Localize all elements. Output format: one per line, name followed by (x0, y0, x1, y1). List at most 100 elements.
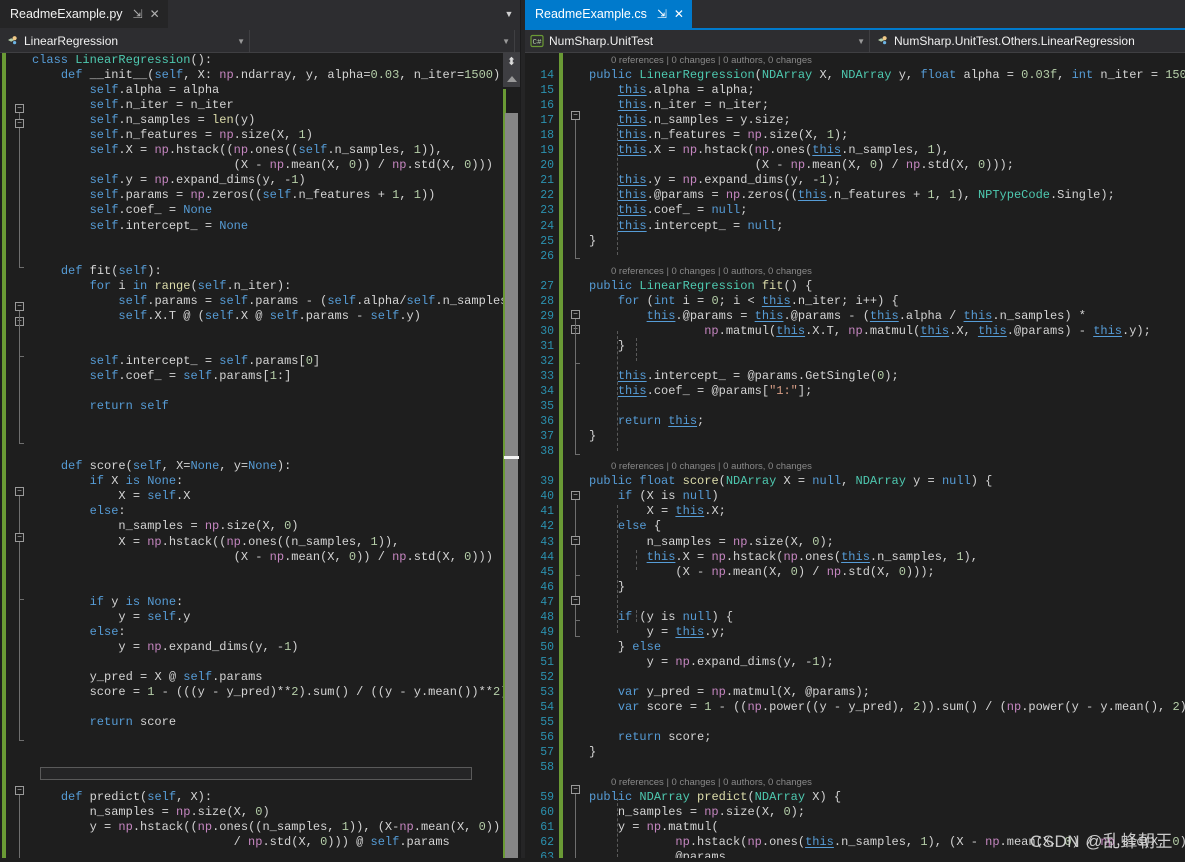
code-line[interactable]: } (589, 339, 1185, 354)
code-line[interactable] (32, 565, 520, 580)
fold-toggle-fit[interactable]: − (571, 310, 580, 319)
code-line[interactable]: y = np.matmul( (589, 820, 1185, 835)
code-line[interactable]: y = this.y; (589, 625, 1185, 640)
fold-toggle-score[interactable]: − (571, 491, 580, 500)
code-line[interactable] (32, 730, 520, 745)
code-line[interactable] (589, 249, 1185, 264)
code-line[interactable]: if (y is null) { (589, 610, 1185, 625)
code-text-python[interactable]: class LinearRegression(): def __init__(s… (32, 53, 520, 862)
fold-toggle-predict[interactable]: − (571, 785, 580, 794)
navbar-member-combo-left[interactable]: ▼ (250, 30, 515, 52)
code-line[interactable] (32, 384, 520, 399)
code-line[interactable]: public float score(NDArray X = null, NDA… (589, 474, 1185, 489)
code-line[interactable]: else { (589, 519, 1185, 534)
code-line[interactable]: public LinearRegression fit() { (589, 279, 1185, 294)
chevron-down-icon[interactable]: ▼ (231, 37, 245, 46)
code-line[interactable] (32, 324, 520, 339)
code-line[interactable]: score = 1 - (((y - y_pred)**2).sum() / (… (32, 685, 520, 700)
pin-icon[interactable]: ⇲ (133, 8, 143, 20)
code-line[interactable]: this.coef_ = @params["1:"]; (589, 384, 1185, 399)
fold-toggle-class[interactable]: − (15, 104, 24, 113)
code-line[interactable] (589, 399, 1185, 414)
code-editor-python[interactable]: − − − − − − − (0, 53, 520, 862)
code-line[interactable]: / np.std(X, 0))) @ self.params (32, 835, 520, 850)
close-icon[interactable]: ✕ (150, 8, 160, 20)
code-line[interactable]: } (589, 429, 1185, 444)
code-line[interactable]: np.matmul(this.X.T, np.matmul(this.X, th… (589, 324, 1185, 339)
code-line[interactable] (32, 444, 520, 459)
close-icon[interactable]: ✕ (674, 8, 684, 20)
code-line[interactable]: np.hstack(np.ones(this.n_samples, 1), (X… (589, 835, 1185, 850)
code-line[interactable]: X = self.X (32, 489, 520, 504)
code-line[interactable]: if X is None: (32, 474, 520, 489)
code-line[interactable] (32, 580, 520, 595)
code-text-csharp[interactable]: 0 references | 0 changes | 0 authors, 0 … (589, 53, 1185, 862)
code-line[interactable]: this.n_features = np.size(X, 1); (589, 128, 1185, 143)
code-line[interactable]: y = self.y (32, 610, 520, 625)
code-line[interactable]: } else (589, 640, 1185, 655)
code-line[interactable]: self.n_features = np.size(X, 1) (32, 128, 520, 143)
fold-toggle-else[interactable]: − (15, 533, 24, 542)
code-line[interactable] (589, 354, 1185, 369)
code-line[interactable]: this.X = np.hstack(np.ones(this.n_sample… (589, 550, 1185, 565)
code-editor-csharp[interactable]: 14 15 16 17 18 19 20 21 22 23 24 25 26 27 28 29 30 31 32 33… (525, 53, 1185, 862)
scrollbar-thumb[interactable] (505, 113, 518, 862)
code-line[interactable]: def __init__(self, X: np.ndarray, y, alp… (32, 68, 520, 83)
pin-icon[interactable]: ⇲ (657, 8, 667, 20)
codelens-indicator[interactable]: 0 references | 0 changes | 0 authors, 0 … (589, 264, 1185, 279)
code-line[interactable]: self.intercept_ = None (32, 219, 520, 234)
code-line[interactable]: def score(self, X=None, y=None): (32, 459, 520, 474)
code-line[interactable] (589, 595, 1185, 610)
navbar-type-combo-left[interactable]: LinearRegression ▼ (0, 30, 250, 52)
code-line[interactable] (32, 249, 520, 264)
fold-toggle-if-y[interactable]: − (571, 596, 580, 605)
code-line[interactable]: } (589, 234, 1185, 249)
code-line[interactable]: self.X.T @ (self.X @ self.params - self.… (32, 309, 520, 324)
code-line[interactable]: return score (32, 715, 520, 730)
code-line[interactable]: this.X = np.hstack(np.ones(this.n_sample… (589, 143, 1185, 158)
code-line[interactable]: def fit(self): (32, 264, 520, 279)
code-line[interactable]: for i in range(self.n_iter): (32, 279, 520, 294)
code-line[interactable]: return score; (589, 730, 1185, 745)
code-line[interactable]: n_samples = np.size(X, 0) (32, 805, 520, 820)
code-line[interactable]: return this; (589, 414, 1185, 429)
code-line[interactable]: this.alpha = alpha; (589, 83, 1185, 98)
code-line[interactable]: public LinearRegression(NDArray X, NDArr… (589, 68, 1185, 83)
codelens-indicator[interactable]: 0 references | 0 changes | 0 authors, 0 … (589, 459, 1185, 474)
code-line[interactable] (32, 745, 520, 760)
code-line[interactable]: self.y = np.expand_dims(y, -1) (32, 173, 520, 188)
outlining-margin-right[interactable]: − − − − − − − (567, 53, 589, 862)
chevron-down-icon[interactable]: ▼ (496, 37, 510, 46)
code-line[interactable]: X = np.hstack((np.ones((n_samples, 1)), (32, 535, 520, 550)
code-line[interactable] (32, 234, 520, 249)
code-line[interactable] (589, 715, 1185, 730)
code-line[interactable]: self.X = np.hstack((np.ones((self.n_samp… (32, 143, 520, 158)
code-line[interactable] (32, 655, 520, 670)
fold-toggle-score[interactable]: − (15, 487, 24, 496)
tab-readmeexample-py[interactable]: ReadmeExample.py ⇲ ✕ (0, 0, 168, 28)
scroll-up-icon[interactable] (503, 70, 520, 87)
vertical-scrollbar-left[interactable]: ⬍ (503, 53, 520, 862)
navbar-project-combo-right[interactable]: C# NumSharp.UnitTest ▼ (525, 30, 870, 52)
code-line[interactable] (32, 339, 520, 354)
code-line[interactable]: (X - np.mean(X, 0)) / np.std(X, 0))) (32, 158, 520, 173)
code-line[interactable]: X = this.X; (589, 504, 1185, 519)
codelens-indicator[interactable]: 0 references | 0 changes | 0 authors, 0 … (589, 775, 1185, 790)
outlining-margin-left[interactable]: − − − − − − − (10, 53, 32, 862)
tab-readmeexample-cs[interactable]: ReadmeExample.cs ⇲ ✕ (525, 0, 692, 28)
code-line[interactable] (32, 414, 520, 429)
code-line[interactable]: y = np.expand_dims(y, -1); (589, 655, 1185, 670)
code-line[interactable]: if y is None: (32, 595, 520, 610)
code-line[interactable]: else: (32, 625, 520, 640)
navbar-type-combo-right[interactable]: NumSharp.UnitTest.Others.LinearRegressio… (870, 30, 1185, 52)
code-line[interactable]: for (int i = 0; i < this.n_iter; i++) { (589, 294, 1185, 309)
code-line[interactable]: else: (32, 504, 520, 519)
fold-toggle-fit[interactable]: − (15, 302, 24, 311)
code-line[interactable]: public NDArray predict(NDArray X) { (589, 790, 1185, 805)
fold-toggle-predict[interactable]: − (15, 786, 24, 795)
chevron-down-icon[interactable]: ▼ (851, 37, 865, 46)
code-line[interactable]: this.@params = np.zeros((this.n_features… (589, 188, 1185, 203)
code-line[interactable] (589, 670, 1185, 685)
code-line[interactable]: self.alpha = alpha (32, 83, 520, 98)
code-line[interactable]: (X - np.mean(X, 0) / np.std(X, 0))); (589, 158, 1185, 173)
